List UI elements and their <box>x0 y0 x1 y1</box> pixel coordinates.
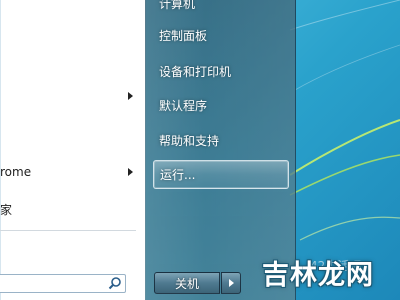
search-input[interactable] <box>3 276 103 291</box>
watermark-text: 吉林龙网 <box>262 260 374 291</box>
watermark: 42生活吧 吉林龙网 <box>262 253 396 297</box>
shutdown-button[interactable]: 关机 <box>154 272 220 294</box>
menu-item-help-support[interactable]: 帮助和支持 <box>153 126 289 154</box>
chevron-right-icon <box>128 92 133 100</box>
menu-item-label: 控制面板 <box>159 28 208 43</box>
search-box[interactable] <box>0 274 126 293</box>
shutdown-label: 关机 <box>174 276 199 291</box>
divider <box>0 230 136 231</box>
program-item[interactable] <box>0 85 145 107</box>
program-label: rome <box>0 165 32 179</box>
menu-item-label: 运行... <box>160 168 196 182</box>
search-icon[interactable] <box>107 276 123 291</box>
menu-item-default-programs[interactable]: 默认程序 <box>153 91 289 119</box>
menu-item-devices-printers[interactable]: 设备和打印机 <box>153 57 289 85</box>
chevron-right-icon <box>128 168 133 176</box>
program-item-chrome[interactable]: rome <box>0 161 145 183</box>
program-label: 家 <box>0 202 13 217</box>
program-item[interactable]: 家 <box>0 198 145 220</box>
menu-item-control-panel[interactable]: 控制面板 <box>153 21 289 49</box>
shutdown-options-button[interactable] <box>221 272 241 294</box>
start-menu-programs-panel: rome 家 <box>0 0 146 300</box>
menu-item-label: 默认程序 <box>159 98 208 113</box>
menu-item-run[interactable]: 运行... <box>153 160 289 189</box>
menu-item-computer[interactable]: 计算机 <box>153 0 289 17</box>
menu-item-label: 计算机 <box>159 0 196 11</box>
menu-item-label: 设备和打印机 <box>159 64 232 79</box>
chevron-right-icon <box>229 279 234 287</box>
menu-item-label: 帮助和支持 <box>159 133 220 148</box>
